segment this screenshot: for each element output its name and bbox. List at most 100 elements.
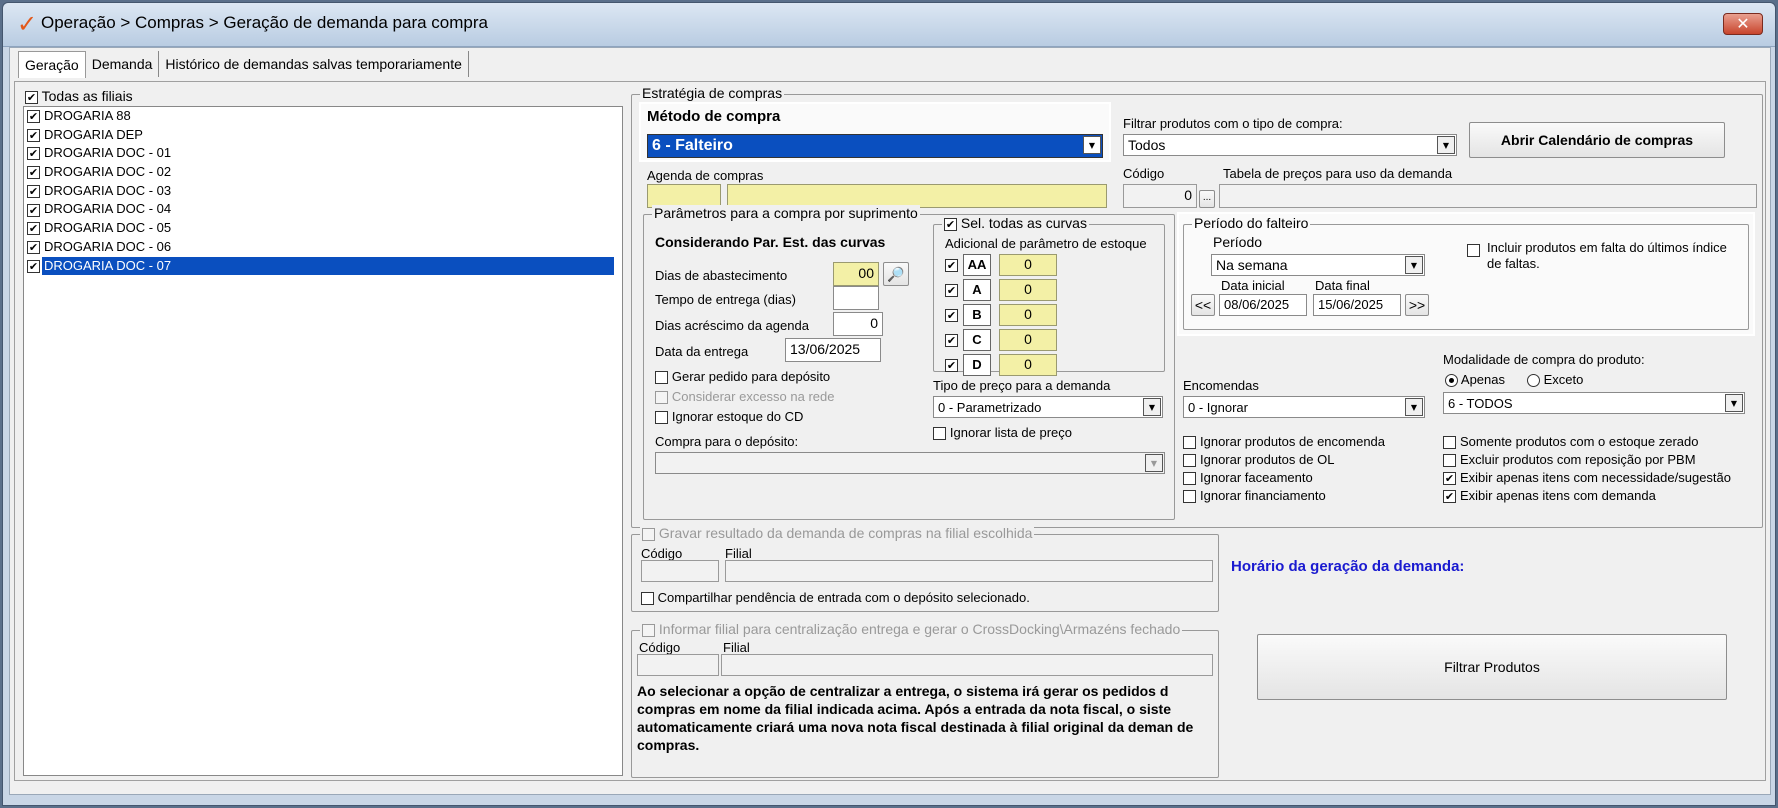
filial-list-item[interactable]: DROGARIA DOC - 03 xyxy=(24,182,622,201)
curva-check-icon[interactable] xyxy=(945,309,958,322)
filter-checkbox[interactable]: Exibir apenas itens com necessidade/suge… xyxy=(1443,470,1731,486)
filtrar-tipo-select[interactable]: Todos ▼ xyxy=(1123,134,1457,156)
filial-check-icon[interactable] xyxy=(27,203,40,217)
tabela-precos-input[interactable] xyxy=(1219,184,1757,208)
informar-filial-input[interactable] xyxy=(721,654,1213,676)
compartilhar-check-icon[interactable] xyxy=(641,592,654,606)
filter-checkbox[interactable]: Ignorar produtos de OL xyxy=(1183,452,1334,468)
filter-checkbox[interactable]: Ignorar financiamento xyxy=(1183,488,1326,504)
curva-check-icon[interactable] xyxy=(945,334,958,347)
gerar-pedido-check-icon[interactable] xyxy=(655,370,668,384)
ignorar-lista-checkbox[interactable]: Ignorar lista de preço xyxy=(933,424,1072,440)
sel-todas-curvas[interactable]: Sel. todas as curvas xyxy=(942,215,1089,231)
filter-checkbox[interactable]: Somente produtos com o estoque zerado xyxy=(1443,434,1698,450)
filial-check-icon[interactable] xyxy=(27,147,40,161)
dias-abastecimento-input[interactable]: 00 xyxy=(833,262,879,286)
dias-acrescimo-input[interactable]: 0 xyxy=(833,312,883,336)
tempo-entrega-input[interactable] xyxy=(833,286,879,310)
compra-deposito-select[interactable]: ▼ xyxy=(655,452,1165,474)
compartilhar-checkbox[interactable]: Compartilhar pendência de entrada com o … xyxy=(641,590,1030,606)
abrir-calendario-button[interactable]: Abrir Calendário de compras xyxy=(1469,122,1725,158)
filter-checkbox[interactable]: Ignorar produtos de encomenda xyxy=(1183,434,1385,450)
chevron-down-icon[interactable]: ▼ xyxy=(1437,136,1455,154)
data-final-input[interactable]: 15/06/2025 xyxy=(1313,294,1401,316)
filial-list-item[interactable]: DROGARIA DOC - 06 xyxy=(24,238,622,257)
gravar-codigo-input[interactable] xyxy=(641,560,719,582)
filial-list-item[interactable]: DROGARIA DEP xyxy=(24,126,622,145)
filial-list-item[interactable]: DROGARIA DOC - 07 xyxy=(24,256,622,276)
chevron-down-icon[interactable]: ▼ xyxy=(1083,136,1101,154)
previous-period-button[interactable]: << xyxy=(1191,294,1215,316)
filial-check-icon[interactable] xyxy=(27,184,40,198)
ignorar-estoque-check-icon[interactable] xyxy=(655,410,668,424)
filter-check-icon[interactable] xyxy=(1443,454,1456,468)
filial-check-icon[interactable] xyxy=(27,259,40,273)
search-icon[interactable]: 🔎 xyxy=(883,262,909,286)
incluir-faltas-checkbox[interactable]: Incluir produtos em falta do últimos índ… xyxy=(1467,240,1737,272)
ignorar-lista-check-icon[interactable] xyxy=(933,426,946,440)
filter-check-icon[interactable] xyxy=(1183,436,1196,450)
chevron-down-icon[interactable]: ▼ xyxy=(1725,394,1743,412)
data-inicial-input[interactable]: 08/06/2025 xyxy=(1219,294,1307,316)
ignorar-estoque-checkbox[interactable]: Ignorar estoque do CD xyxy=(655,408,803,424)
filter-check-icon[interactable] xyxy=(1183,454,1196,468)
modalidade-select[interactable]: 6 - TODOS ▼ xyxy=(1443,392,1745,414)
filial-list-item[interactable]: DROGARIA DOC - 01 xyxy=(24,144,622,163)
filter-checkbox[interactable]: Ignorar faceamento xyxy=(1183,470,1313,486)
curva-value-input[interactable]: 0 xyxy=(999,354,1057,376)
curva-check-icon[interactable] xyxy=(945,259,958,272)
filial-list-item[interactable]: DROGARIA 88 xyxy=(24,107,622,126)
filter-check-icon[interactable] xyxy=(1183,490,1196,504)
incluir-faltas-check-icon[interactable] xyxy=(1467,244,1480,257)
filter-checkbox[interactable]: Exibir apenas itens com demanda xyxy=(1443,488,1656,504)
close-button[interactable]: ✕ xyxy=(1723,13,1763,35)
curva-check-icon[interactable] xyxy=(945,359,958,372)
filial-check-icon[interactable] xyxy=(27,166,40,180)
gravar-title[interactable]: Gravar resultado da demanda de compras n… xyxy=(640,525,1035,541)
curva-value-input[interactable]: 0 xyxy=(999,254,1057,276)
chevron-down-icon[interactable]: ▼ xyxy=(1145,454,1163,472)
curva-value-input[interactable]: 0 xyxy=(999,329,1057,351)
informar-codigo-input[interactable] xyxy=(637,654,719,676)
radio-selected-icon[interactable] xyxy=(1445,374,1458,388)
informar-title[interactable]: Informar filial para centralização entre… xyxy=(640,621,1183,637)
modalidade-apenas-radio[interactable]: Apenas xyxy=(1445,372,1505,388)
curva-check-icon[interactable] xyxy=(945,284,958,297)
filial-check-icon[interactable] xyxy=(27,222,40,236)
modalidade-exceto-radio[interactable]: Exceto xyxy=(1527,372,1583,388)
todas-filiais-check-icon[interactable] xyxy=(25,90,38,104)
metodo-compra-select[interactable]: 6 - Falteiro ▼ xyxy=(647,134,1103,158)
filiais-list[interactable]: DROGARIA 88 DROGARIA DEP DROGARIA DOC - 01… xyxy=(23,106,623,776)
filial-list-item[interactable]: DROGARIA DOC - 05 xyxy=(24,219,622,238)
todas-filiais-checkbox[interactable]: Todas as filiais xyxy=(25,88,133,104)
gravar-check-icon[interactable] xyxy=(642,527,655,541)
informar-check-icon[interactable] xyxy=(642,623,655,637)
gerar-pedido-checkbox[interactable]: Gerar pedido para depósito xyxy=(655,368,830,384)
filial-list-item[interactable]: DROGARIA DOC - 04 xyxy=(24,200,622,219)
chevron-down-icon[interactable]: ▼ xyxy=(1405,398,1423,416)
periodo-select[interactable]: Na semana ▼ xyxy=(1211,254,1425,276)
sel-todas-curvas-check-icon[interactable] xyxy=(944,217,957,231)
tab-demanda[interactable]: Demanda xyxy=(85,51,160,77)
filter-check-icon[interactable] xyxy=(1443,490,1456,504)
filial-check-icon[interactable] xyxy=(27,110,40,124)
data-entrega-input[interactable]: 13/06/2025 xyxy=(785,338,881,362)
filial-list-item[interactable]: DROGARIA DOC - 02 xyxy=(24,163,622,182)
tipo-preco-select[interactable]: 0 - Parametrizado ▼ xyxy=(933,396,1163,418)
codigo-input[interactable]: 0 xyxy=(1123,184,1197,208)
radio-unselected-icon[interactable] xyxy=(1527,374,1540,388)
filter-check-icon[interactable] xyxy=(1443,472,1456,486)
curva-value-input[interactable]: 0 xyxy=(999,304,1057,326)
filtrar-produtos-button[interactable]: Filtrar Produtos xyxy=(1257,634,1727,700)
tab-geracao[interactable]: Geração xyxy=(18,51,86,78)
filter-checkbox[interactable]: Excluir produtos com reposição por PBM xyxy=(1443,452,1696,468)
curva-value-input[interactable]: 0 xyxy=(999,279,1057,301)
filter-check-icon[interactable] xyxy=(1443,436,1456,450)
chevron-down-icon[interactable]: ▼ xyxy=(1143,398,1161,416)
filial-check-icon[interactable] xyxy=(27,240,40,254)
next-period-button[interactable]: >> xyxy=(1405,294,1429,316)
chevron-down-icon[interactable]: ▼ xyxy=(1405,256,1423,274)
filial-check-icon[interactable] xyxy=(27,128,40,142)
gravar-filial-input[interactable] xyxy=(725,560,1213,582)
tab-historico[interactable]: Histórico de demandas salvas temporariam… xyxy=(159,51,469,77)
